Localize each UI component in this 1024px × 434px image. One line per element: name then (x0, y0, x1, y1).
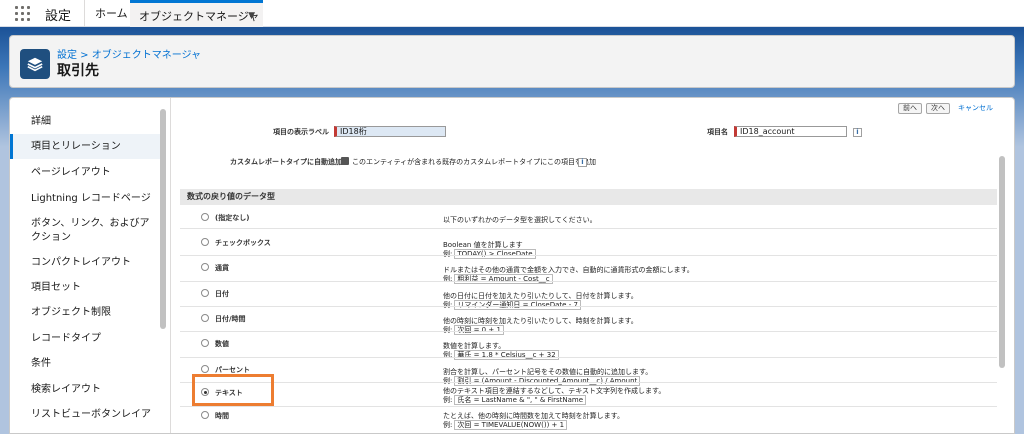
radio-checkbox[interactable] (201, 238, 209, 246)
radio-currency[interactable] (201, 263, 209, 271)
content-scrollbar[interactable] (999, 156, 1005, 368)
option-label: チェックボックス (215, 239, 271, 247)
field-name-info-icon[interactable]: i (853, 128, 862, 137)
sidebar-item-list-view-button-layout[interactable]: リストビューボタンレイア (10, 408, 160, 421)
example-formula: 華氏 = 1.8 * Celsius__c + 32 (454, 350, 559, 360)
sidebar-item-conditions[interactable]: 条件 (10, 357, 160, 370)
option-label: 通貨 (215, 264, 229, 272)
tab-object-manager-label: オブジェクトマネージャ (139, 10, 260, 23)
option-desc: 以下のいずれかのデータ型を選択してください。 (443, 216, 597, 224)
selection-highlight (192, 374, 274, 406)
sidebar: 詳細 項目とリレーション ページレイアウト Lightning レコードページ … (10, 98, 171, 433)
cancel-link[interactable]: キャンセル (958, 103, 993, 113)
sidebar-item-field-sets[interactable]: 項目セット (10, 281, 160, 294)
option-example: 例: TODAY() > CloseDate (443, 249, 536, 259)
sidebar-item-object-limits[interactable]: オブジェクト制限 (10, 306, 160, 319)
option-example: 例: 華氏 = 1.8 * Celsius__c + 32 (443, 350, 559, 360)
sidebar-scrollbar[interactable] (160, 109, 166, 329)
option-example: 例: 次回 = 0 + 1 (443, 325, 504, 335)
row-divider (180, 306, 997, 307)
field-name-input[interactable]: ID18_account (734, 126, 847, 137)
next-button[interactable]: 次へ (926, 103, 950, 114)
example-prefix: 例: (443, 377, 453, 385)
example-formula: 次回 = TIMEVALUE(NOW()) + 1 (454, 420, 568, 430)
option-example: 例: 氏名 = LastName & ", " & FirstName (443, 395, 586, 405)
tab-object-manager[interactable]: オブジェクトマネージャ ▼ (130, 0, 263, 27)
example-prefix: 例: (443, 421, 453, 429)
sidebar-item-lightning-record-pages[interactable]: Lightning レコードページ (10, 192, 160, 205)
radio-time[interactable] (201, 411, 209, 419)
row-divider (180, 331, 997, 332)
option-label: 数値 (215, 340, 229, 348)
radio-datetime[interactable] (201, 314, 209, 322)
example-formula: 割引 = (Amount - Discounted_Amount__c) / A… (454, 376, 641, 386)
option-example: 例: 粗利益 = Amount - Cost__c (443, 274, 553, 284)
example-formula: 粗利益 = Amount - Cost__c (454, 274, 553, 284)
option-example: 例: 次回 = TIMEVALUE(NOW()) + 1 (443, 420, 568, 430)
sidebar-item-buttons-links-actions[interactable]: ボタン、リンク、およびア (10, 217, 160, 230)
chevron-down-icon[interactable]: ▼ (248, 3, 255, 30)
example-formula: TODAY() > CloseDate (454, 249, 536, 259)
field-label-input[interactable]: ID18桁 (334, 126, 446, 137)
main-panel: 詳細 項目とリレーション ページレイアウト Lightning レコードページ … (9, 97, 1015, 434)
field-label-caption: 項目の表示ラベル (273, 128, 329, 136)
object-header: 設定 > オブジェクトマネージャ 取引先 (9, 35, 1015, 88)
app-launcher-icon[interactable] (15, 6, 30, 21)
option-example: 例: リマインダー通知日 = CloseDate - 7 (443, 300, 581, 310)
breadcrumb[interactable]: 設定 > オブジェクトマネージャ (57, 46, 201, 61)
option-label: 時間 (215, 412, 229, 420)
row-divider (180, 357, 997, 358)
radio-none[interactable] (201, 213, 209, 221)
page-title: 取引先 (57, 63, 99, 79)
example-prefix: 例: (443, 301, 453, 309)
example-prefix: 例: (443, 396, 453, 404)
option-label: 日付 (215, 290, 229, 298)
example-formula: 次回 = 0 + 1 (454, 325, 504, 335)
option-example: 例: 割引 = (Amount - Discounted_Amount__c) /… (443, 376, 641, 386)
example-formula: 氏名 = LastName & ", " & FirstName (454, 395, 586, 405)
row-divider (180, 281, 997, 282)
radio-percent[interactable] (201, 365, 209, 373)
example-formula: リマインダー通知日 = CloseDate - 7 (454, 300, 581, 310)
example-prefix: 例: (443, 250, 453, 258)
row-divider (180, 255, 997, 256)
report-checkbox-text: このエンティティが含まれる既存のカスタムレポートタイプにこの項目を追加 (352, 158, 597, 166)
example-prefix: 例: (443, 326, 453, 334)
sidebar-item-fields-relationships[interactable]: 項目とリレーション (10, 134, 160, 159)
sidebar-item-page-layouts[interactable]: ページレイアウト (10, 166, 160, 179)
field-name-caption: 項目名 (707, 128, 728, 136)
sidebar-item-compact-layouts[interactable]: コンパクトレイアウト (10, 256, 160, 269)
content-area: 前へ 次へ キャンセル 項目の表示ラベル ID18桁 項目名 ID18_acco… (180, 98, 1006, 433)
sidebar-item-details[interactable]: 詳細 (10, 115, 160, 128)
sidebar-item-record-types[interactable]: レコードタイプ (10, 332, 160, 345)
formula-return-type-section: 数式の戻り値のデータ型 (180, 189, 997, 205)
sidebar-item-search-layouts[interactable]: 検索レイアウト (10, 383, 160, 396)
row-divider (180, 382, 997, 383)
option-label: 日付/時間 (215, 315, 246, 323)
app-name: 設定 (45, 9, 72, 24)
radio-date[interactable] (201, 289, 209, 297)
prev-button[interactable]: 前へ (898, 103, 922, 114)
row-divider (180, 406, 997, 407)
row-divider (180, 228, 997, 229)
layers-icon (20, 49, 50, 79)
option-label: (指定なし) (215, 214, 250, 222)
report-caption: カスタムレポートタイプに自動追加 (230, 158, 342, 166)
sidebar-item-buttons-links-actions-cont[interactable]: クション (10, 231, 160, 244)
global-header: 設定 ホーム オブジェクトマネージャ ▼ (0, 0, 1024, 27)
report-info-icon[interactable]: i (578, 158, 587, 167)
report-checkbox[interactable] (341, 157, 349, 165)
radio-number[interactable] (201, 339, 209, 347)
